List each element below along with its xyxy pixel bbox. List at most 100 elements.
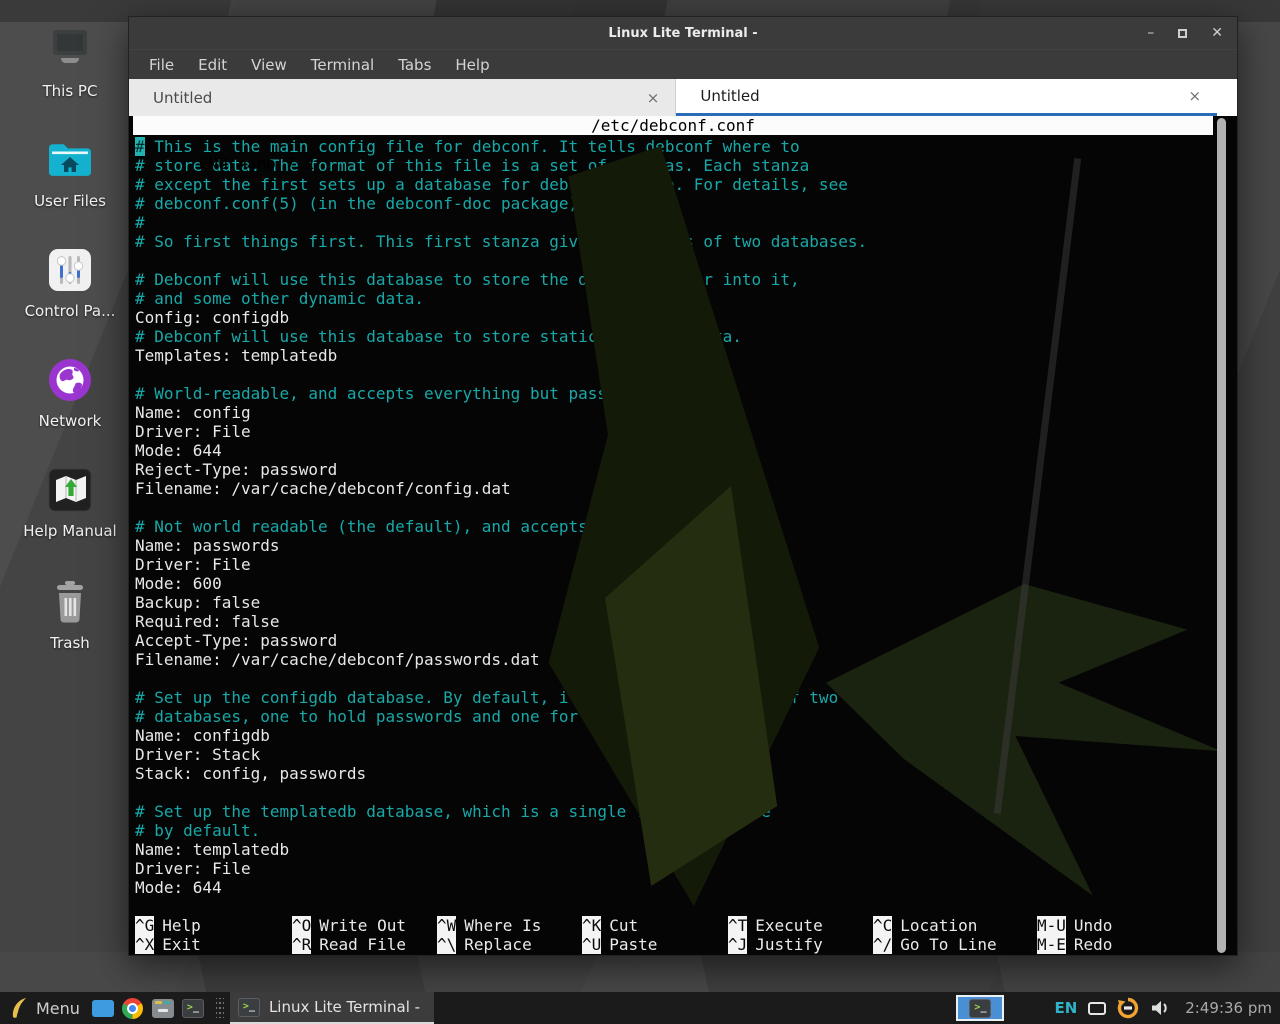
nano-line: Name: templatedb: [135, 840, 1237, 859]
nano-line: Accept-Type: password: [135, 631, 1237, 650]
tab-bar: Untitled × Untitled ×: [129, 79, 1237, 116]
updates-tray-icon[interactable]: [1117, 997, 1139, 1019]
nano-shortcut: M-UUndo: [1037, 916, 1112, 935]
nano-line: # debconf.conf(5) (in the debconf-doc pa…: [135, 194, 1237, 213]
window-controls: – ✕: [1147, 17, 1223, 49]
desktop-icon-label: This PC: [43, 82, 98, 100]
file-manager-icon[interactable]: [148, 992, 178, 1024]
nano-line: Driver: File: [135, 422, 1237, 441]
window-title: Linux Lite Terminal -: [608, 26, 757, 41]
nano-shortcuts: ^GHelp^OWrite Out^WWhere Is^KCut^TExecut…: [135, 916, 1207, 954]
terminal-icon: >_: [238, 998, 260, 1017]
nano-line: Name: passwords: [135, 536, 1237, 555]
nano-shortcut: ^JJustify: [728, 935, 823, 954]
wallpaper-shape: [0, 952, 1280, 992]
nano-line: # Debconf will use this database to stor…: [135, 327, 1237, 346]
nano-line: Name: config: [135, 403, 1237, 422]
network-globe-icon: [46, 356, 94, 404]
desktop-icon-trash[interactable]: Trash: [18, 578, 122, 652]
nano-shortcut: ^KCut: [582, 916, 638, 935]
nano-line: [135, 365, 1237, 384]
nano-line: #: [135, 213, 1237, 232]
nano-line: Driver: File: [135, 555, 1237, 574]
nano-line: Mode: 644: [135, 441, 1237, 460]
nano-line: # except the first sets up a database fo…: [135, 175, 1237, 194]
nano-line: [135, 783, 1237, 802]
nano-shortcut-row-1: ^GHelp^OWrite Out^WWhere Is^KCut^TExecut…: [135, 916, 1207, 935]
tab-close-icon[interactable]: ×: [647, 89, 660, 107]
close-button[interactable]: ✕: [1211, 26, 1223, 40]
terminal-content[interactable]: /etc/debconf.conf GNU nano 7.2 # This is…: [129, 116, 1237, 955]
taskbar-separator: [216, 998, 224, 1018]
terminal-launcher-icon[interactable]: >_: [178, 992, 208, 1024]
menu-help[interactable]: Help: [455, 56, 489, 74]
nano-line: # So first things first. This first stan…: [135, 232, 1237, 251]
nano-line: # databases, one to hold passwords and o…: [135, 707, 1237, 726]
nano-shortcut: ^GHelp: [135, 916, 201, 935]
desktop-icon-user-files[interactable]: User Files: [18, 136, 122, 210]
clock[interactable]: 2:49:36 pm: [1185, 999, 1272, 1017]
menu-view[interactable]: View: [251, 56, 287, 74]
nano-shortcut-row-2: ^XExit ^RRead File ^\Replace ^UPaste ^JJusti…: [135, 935, 1207, 954]
desktop-icon-control-panel[interactable]: Control Pa...: [18, 246, 122, 320]
nano-line: Required: false: [135, 612, 1237, 631]
taskbar: Menu >_ >_ Linux Lite Terminal - >_ EN: [0, 992, 1280, 1024]
tab-close-icon[interactable]: ×: [1188, 87, 1201, 105]
nano-shortcut: ^\Replace: [437, 935, 532, 954]
menu-edit[interactable]: Edit: [198, 56, 227, 74]
window-menubar: File Edit View Terminal Tabs Help: [129, 49, 1237, 79]
menu-tabs[interactable]: Tabs: [398, 56, 431, 74]
tab-label: Untitled: [129, 89, 212, 107]
desktop-icon-label: Control Pa...: [25, 302, 116, 320]
terminal-icon: >_: [969, 999, 991, 1018]
nano-line: Driver: File: [135, 859, 1237, 878]
control-panel-icon: [46, 246, 94, 294]
nano-line: Mode: 600: [135, 574, 1237, 593]
tab-untitled-1[interactable]: Untitled ×: [129, 79, 676, 116]
maximize-button[interactable]: [1178, 29, 1187, 38]
nano-line: Reject-Type: password: [135, 460, 1237, 479]
nano-line: [135, 498, 1237, 517]
workspace-pager[interactable]: >_: [956, 995, 1004, 1021]
folder-home-icon: [46, 136, 94, 184]
task-button-label: Linux Lite Terminal -: [269, 998, 420, 1016]
task-button-terminal[interactable]: >_ Linux Lite Terminal -: [230, 992, 434, 1024]
keyboard-layout-indicator[interactable]: EN: [1054, 999, 1077, 1017]
trash-icon: [46, 578, 94, 626]
terminal-scrollbar[interactable]: [1217, 118, 1226, 953]
desktop-icon-label: User Files: [34, 192, 106, 210]
terminal-window: Linux Lite Terminal - – ✕ File Edit View…: [128, 16, 1238, 956]
nano-line: # Set up the configdb database. By defau…: [135, 688, 1237, 707]
nano-line: # by default.: [135, 821, 1237, 840]
window-titlebar: Linux Lite Terminal - – ✕: [129, 17, 1237, 49]
desktop-icon-help-manual[interactable]: Help Manual: [18, 466, 122, 540]
tab-untitled-2[interactable]: Untitled ×: [676, 79, 1217, 116]
nano-shortcut: M-ERedo: [1037, 935, 1112, 954]
chrome-icon[interactable]: [118, 992, 148, 1024]
show-desktop-icon[interactable]: [88, 992, 118, 1024]
desktop-icon-network[interactable]: Network: [18, 356, 122, 430]
nano-filename: /etc/debconf.conf: [133, 116, 1213, 135]
desktop-icon-label: Help Manual: [23, 522, 116, 540]
nano-line: # and some other dynamic data.: [135, 289, 1237, 308]
nano-shortcut: ^RRead File: [292, 935, 406, 954]
nano-line: Name: configdb: [135, 726, 1237, 745]
desktop-icon-this-pc[interactable]: This PC: [18, 26, 122, 100]
minimize-button[interactable]: –: [1147, 26, 1154, 40]
menu-terminal[interactable]: Terminal: [311, 56, 374, 74]
volume-icon[interactable]: [1150, 999, 1170, 1017]
nano-shortcut: ^UPaste: [582, 935, 657, 954]
menu-file[interactable]: File: [149, 56, 174, 74]
start-menu-label: Menu: [36, 999, 80, 1018]
system-tray: EN 2:49:36 pm: [1054, 997, 1280, 1019]
window-outline-tray-icon[interactable]: [1088, 1002, 1106, 1015]
start-menu-button[interactable]: Menu: [6, 992, 88, 1024]
nano-line: # Set up the templatedb database, which …: [135, 802, 1237, 821]
help-manual-icon: [46, 466, 94, 514]
nano-line: Filename: /var/cache/debconf/passwords.d…: [135, 650, 1237, 669]
nano-line: [135, 251, 1237, 270]
nano-line: # World-readable, and accepts everything…: [135, 384, 1237, 403]
nano-shortcut: ^OWrite Out: [292, 916, 406, 935]
nano-line: Backup: false: [135, 593, 1237, 612]
nano-shortcut: ^XExit: [135, 935, 201, 954]
